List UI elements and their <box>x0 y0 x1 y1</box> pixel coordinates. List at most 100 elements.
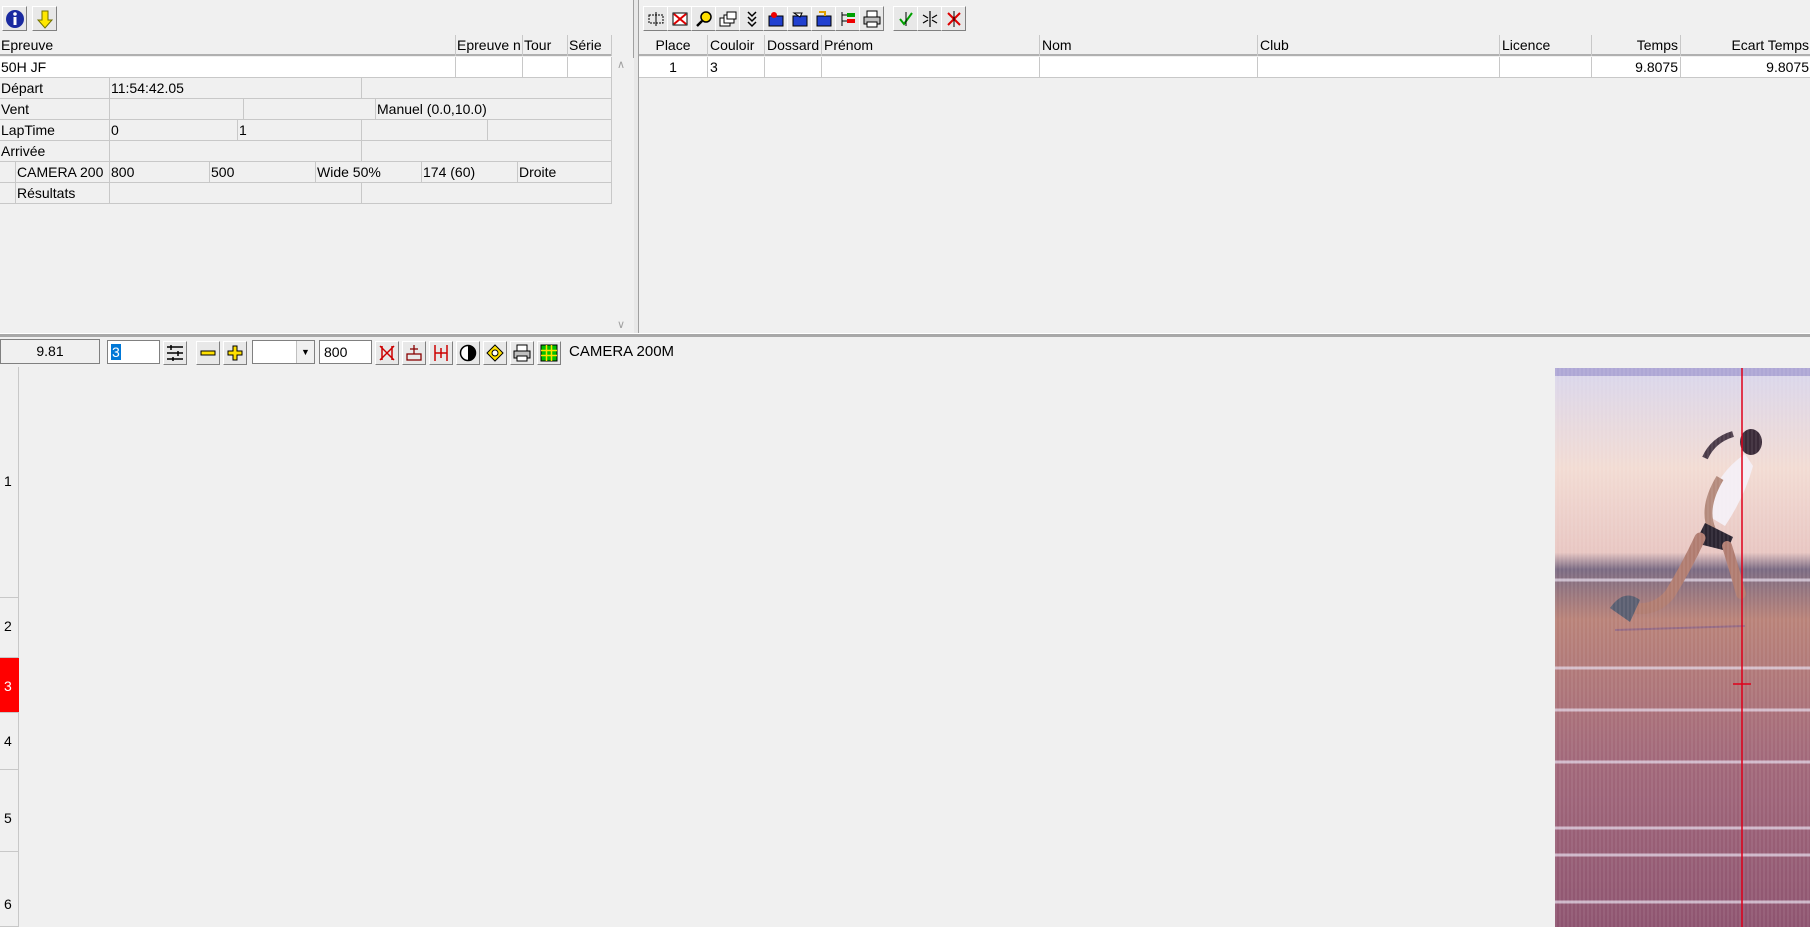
grid-button[interactable] <box>537 341 561 365</box>
select-all-button[interactable] <box>643 6 668 31</box>
cell-ecart-temps[interactable]: 9.8075 <box>1681 57 1810 78</box>
print-button[interactable] <box>859 6 884 31</box>
arrivee-extra[interactable] <box>362 141 612 162</box>
row-resultats[interactable]: Résultats <box>0 183 612 204</box>
camera-height[interactable]: 500 <box>210 162 316 183</box>
lane-input[interactable]: 3 <box>107 340 160 364</box>
move-down-button[interactable] <box>32 6 57 31</box>
zoom-select[interactable]: ▼ <box>252 340 315 364</box>
lane-3[interactable]: 3 <box>0 658 19 713</box>
header-club[interactable]: Club <box>1258 35 1500 56</box>
header-ecart-temps[interactable]: Ecart Temps <box>1681 35 1810 56</box>
scroll-down-icon[interactable]: ∨ <box>617 318 625 331</box>
laptime-start[interactable]: 0 <box>110 120 238 141</box>
edit-icon <box>791 12 807 26</box>
row-laptime-label: LapTime <box>0 120 110 141</box>
info-button[interactable] <box>2 6 27 31</box>
camera-width[interactable]: 800 <box>110 162 210 183</box>
event-tour-cell[interactable] <box>523 57 568 78</box>
accept-button[interactable] <box>893 6 918 31</box>
row-depart-label: Départ <box>0 78 110 99</box>
contrast-button[interactable] <box>456 341 480 365</box>
lane-1[interactable]: 1 <box>0 367 19 598</box>
resultats-value[interactable] <box>110 183 362 204</box>
header-licence[interactable]: Licence <box>1500 35 1592 56</box>
row-vent[interactable]: Vent Manuel (0.0,10.0) <box>0 99 612 120</box>
camera-position[interactable]: 174 (60) <box>422 162 518 183</box>
cell-place[interactable]: 1 <box>639 57 708 78</box>
cell-licence[interactable] <box>1500 57 1592 78</box>
row-laptime[interactable]: LapTime 0 1 <box>0 120 612 141</box>
zoom-button[interactable] <box>691 6 716 31</box>
zoom-in-button[interactable] <box>223 341 247 365</box>
header-nom[interactable]: Nom <box>1040 35 1258 56</box>
cell-dossard[interactable] <box>765 57 822 78</box>
reject-button[interactable] <box>941 6 966 31</box>
header-prenom[interactable]: Prénom <box>822 35 1040 56</box>
lanes-button[interactable] <box>163 341 187 365</box>
row-arrivee[interactable]: Arrivée <box>0 141 612 162</box>
align-button[interactable] <box>402 341 426 365</box>
row-camera[interactable]: CAMERA 200 800 500 Wide 50% 174 (60) Dro… <box>0 162 612 183</box>
cell-prenom[interactable] <box>822 57 1040 78</box>
event-scrollbar[interactable]: ∧ ∨ <box>612 58 634 333</box>
vent-mode[interactable]: Manuel (0.0,10.0) <box>376 99 612 120</box>
finish-image[interactable] <box>1555 368 1810 927</box>
print-button[interactable] <box>510 341 534 365</box>
photo-finish-canvas[interactable] <box>20 367 1810 927</box>
depart-time[interactable]: 11:54:42.05 <box>110 78 362 99</box>
arrivee-value[interactable] <box>110 141 362 162</box>
event-row-name[interactable]: 50H JF <box>0 57 612 78</box>
event-number-cell[interactable] <box>456 57 523 78</box>
laptime-extra[interactable] <box>362 120 488 141</box>
width-input[interactable]: 800 <box>319 340 372 364</box>
cell-club[interactable] <box>1258 57 1500 78</box>
header-epreuve[interactable]: Epreuve <box>0 35 456 56</box>
vent-value-2[interactable] <box>244 99 376 120</box>
event-name[interactable]: 50H JF <box>0 57 456 78</box>
viewer-toolbar: 9.81 3 ▼ 800 CAMERA 200M <box>0 337 1810 367</box>
cell-nom[interactable] <box>1040 57 1258 78</box>
clear-button[interactable] <box>375 341 399 365</box>
delete-button[interactable] <box>667 6 692 31</box>
scroll-up-icon[interactable]: ∧ <box>617 58 625 71</box>
vent-value[interactable] <box>110 99 244 120</box>
camera-zoom[interactable]: Wide 50% <box>316 162 422 183</box>
row-depart[interactable]: Départ 11:54:42.05 <box>0 78 612 99</box>
laptime-count[interactable]: 1 <box>238 120 362 141</box>
lane-5[interactable]: 5 <box>0 770 19 852</box>
zoom-out-button[interactable] <box>196 341 220 365</box>
chevron-down-icon[interactable]: ▼ <box>296 341 314 363</box>
lane-6[interactable]: 6 <box>0 852 19 927</box>
cell-couloir[interactable]: 3 <box>708 57 765 78</box>
lane-2[interactable]: 2 <box>0 598 19 658</box>
camera-direction[interactable]: Droite <box>518 162 612 183</box>
measure-button[interactable] <box>429 341 453 365</box>
windows-button[interactable] <box>715 6 740 31</box>
expand-button[interactable] <box>739 6 764 31</box>
cell-temps[interactable]: 9.8075 <box>1592 57 1681 78</box>
print-icon <box>863 10 880 27</box>
tree-icon <box>841 11 855 26</box>
import-button[interactable] <box>811 6 836 31</box>
header-place[interactable]: Place <box>639 35 708 56</box>
tree-button[interactable] <box>835 6 860 31</box>
brightness-button[interactable] <box>483 341 507 365</box>
header-epreuve-n[interactable]: Epreuve n <box>456 35 523 56</box>
split-button[interactable] <box>917 6 942 31</box>
header-couloir[interactable]: Couloir <box>708 35 765 56</box>
header-dossard[interactable]: Dossard <box>765 35 822 56</box>
laptime-extra-2[interactable] <box>488 120 612 141</box>
depart-extra[interactable] <box>362 78 612 99</box>
header-tour[interactable]: Tour <box>523 35 568 56</box>
event-serie-cell[interactable] <box>568 57 612 78</box>
table-row[interactable]: 1 3 9.8075 9.8075 <box>639 57 1810 78</box>
header-temps[interactable]: Temps <box>1592 35 1681 56</box>
edit-button[interactable] <box>787 6 812 31</box>
import-icon <box>816 10 831 26</box>
resultats-extra[interactable] <box>362 183 612 204</box>
header-serie[interactable]: Série <box>568 35 612 56</box>
lane-4[interactable]: 4 <box>0 713 19 770</box>
assign-button[interactable] <box>763 6 788 31</box>
lane-label: 5 <box>4 810 12 826</box>
